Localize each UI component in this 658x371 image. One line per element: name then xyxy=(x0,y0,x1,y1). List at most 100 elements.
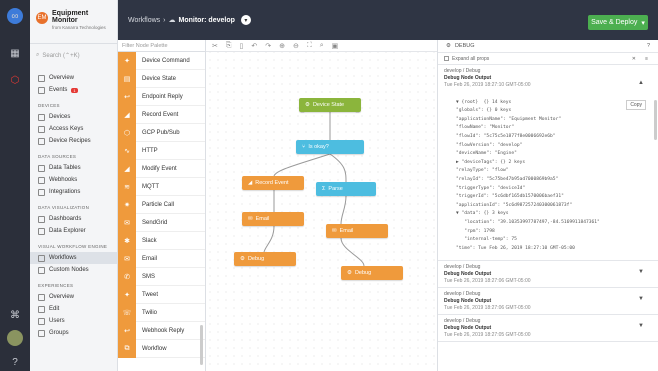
palette-item[interactable]: ▤ Device State xyxy=(118,69,205,88)
node-record-event[interactable]: ◢ Record Event xyxy=(242,176,304,190)
nav-devices[interactable]: Devices xyxy=(30,111,117,123)
chevron-down-icon[interactable]: ▼ xyxy=(638,323,644,329)
node-device-state[interactable]: ⚙ Device State xyxy=(299,98,361,112)
older-messages: develop / Debug Debug Node Output Tue Feb … xyxy=(438,261,658,343)
node-debug-1[interactable]: ⚙ Debug xyxy=(234,252,296,266)
node-parse[interactable]: Σ Parse xyxy=(316,182,376,196)
palette-item[interactable]: ✦ Tweet xyxy=(118,285,205,304)
nav-workflows[interactable]: Workflows xyxy=(30,252,117,264)
palette-item[interactable]: ↩ Endpoint Reply xyxy=(118,87,205,106)
payload-line: "applicationId": "5c6d987257240300061873… xyxy=(456,202,573,208)
save-deploy-button[interactable]: Save & Deploy ▾ xyxy=(588,15,648,30)
palette-item[interactable]: ⬡ GCP Pub/Sub xyxy=(118,123,205,142)
filter-icon[interactable]: ≡ xyxy=(645,56,648,62)
debug-scrollbar[interactable] xyxy=(654,100,657,140)
record-icon: ◢ xyxy=(248,180,253,186)
debug-message-collapsed[interactable]: develop / Debug Debug Node Output Tue Feb … xyxy=(438,261,658,289)
nav-dashboards[interactable]: Dashboards xyxy=(30,213,117,225)
nav-exp-overview[interactable]: Overview xyxy=(30,291,117,303)
payload-line: "triggerId": "5c6dbf165db1570006baef31" xyxy=(456,194,564,200)
palette-item-icon: ✉ xyxy=(118,213,136,232)
palette-item[interactable]: ✷ Particle Call xyxy=(118,195,205,214)
palette-item-icon: ⬡ xyxy=(118,123,136,142)
palette-filter-input[interactable]: Filter Node Palette xyxy=(118,40,205,52)
user-avatar[interactable] xyxy=(7,330,23,346)
palette-item-label: Endpoint Reply xyxy=(142,93,183,100)
palette-item-label: Record Event xyxy=(142,111,179,118)
nav-data-explorer[interactable]: Data Explorer xyxy=(30,225,117,237)
nav-overview[interactable]: Overview xyxy=(30,72,117,84)
nav-integrations[interactable]: Integrations xyxy=(30,186,117,198)
nav-section-workflow-engine: VISUAL WORKFLOW ENGINE xyxy=(38,244,108,249)
palette-item[interactable]: ✱ Slack xyxy=(118,231,205,250)
palette-item[interactable]: ≋ MQTT xyxy=(118,177,205,196)
nav-custom-nodes[interactable]: Custom Nodes xyxy=(30,264,117,276)
node-email-1[interactable]: ✉ Email xyxy=(242,212,304,226)
palette-item[interactable]: ✦ Device Command xyxy=(118,51,205,70)
dashboard-icon[interactable]: ▦ xyxy=(7,45,23,61)
breadcrumb-workflows[interactable]: Workflows xyxy=(128,17,160,24)
palette-item[interactable]: ◢ Modify Event xyxy=(118,159,205,178)
palette-item-icon: ▤ xyxy=(118,69,136,88)
clear-icon[interactable]: ✕ xyxy=(632,56,636,62)
chevron-up-icon[interactable]: ▲ xyxy=(638,80,644,86)
palette-item-label: Particle Call xyxy=(142,201,175,208)
palette-item-icon: ✷ xyxy=(118,195,136,214)
nav-data-tables[interactable]: Data Tables xyxy=(30,162,117,174)
message-payload: ▼ {root} {} 14 keys "globals": {} 0 keys… xyxy=(444,88,652,257)
cloud-icon: ☁ xyxy=(168,17,176,24)
debug-message-collapsed[interactable]: develop / Debug Debug Node Output Tue Feb … xyxy=(438,288,658,316)
nav-device-recipes[interactable]: Device Recipes xyxy=(30,135,117,147)
top-bar: Workflows › ☁ Monitor: develop ▾ Save & … xyxy=(118,0,658,40)
palette-item[interactable]: ✉ SendGrid xyxy=(118,213,205,232)
palette-item[interactable]: ◢ Record Event xyxy=(118,105,205,124)
nav-access-keys[interactable]: Access Keys xyxy=(30,123,117,135)
palette-item[interactable]: ↩ Webhook Reply xyxy=(118,321,205,340)
node-email-2[interactable]: ✉ Email xyxy=(326,224,388,238)
workflow-canvas[interactable]: ✂ ⎘ ▯ ↶ ↷ ⊕ ⊖ ⛶ ⌕ ▣ ⚙ Device State ⑂ Is … xyxy=(206,40,437,371)
nav-exp-groups[interactable]: Groups xyxy=(30,327,117,339)
nav-exp-edit[interactable]: Edit xyxy=(30,303,117,315)
copy-button[interactable]: Copy xyxy=(626,100,646,110)
palette-item-icon: ✦ xyxy=(118,285,136,304)
settings-icon[interactable]: ⌘ xyxy=(7,307,23,323)
recipe-icon xyxy=(38,137,45,145)
palette-item[interactable]: ✉ Email xyxy=(118,249,205,268)
node-debug-2[interactable]: ⚙ Debug xyxy=(341,266,403,280)
palette-item[interactable]: ☏ Twilio xyxy=(118,303,205,322)
debug-header: ⚙ DEBUG ? xyxy=(438,40,658,53)
palette-item-label: MQTT xyxy=(142,183,159,190)
palette-scrollbar[interactable] xyxy=(200,325,203,365)
palette-item-label: Workflow xyxy=(142,345,167,352)
debug-title: DEBUG xyxy=(454,43,475,49)
app-name: Equipment Monitor xyxy=(52,10,89,24)
edit-icon xyxy=(38,305,45,313)
chevron-down-icon[interactable]: ▼ xyxy=(638,269,644,275)
help-icon[interactable]: ? xyxy=(647,43,650,49)
application-icon[interactable]: ⬡ xyxy=(7,72,23,88)
home-icon[interactable]: ∞ xyxy=(7,8,23,24)
palette-item-icon: ↩ xyxy=(118,321,136,340)
chevron-down-icon: ▾ xyxy=(641,19,645,27)
expand-all-checkbox[interactable] xyxy=(444,56,449,61)
nav-exp-users[interactable]: Users xyxy=(30,315,117,327)
payload-line: "internal-temp": 75 xyxy=(456,237,517,243)
overview-icon xyxy=(38,293,45,301)
palette-item[interactable]: ∿ HTTP xyxy=(118,141,205,160)
nav-webhooks[interactable]: Webhooks xyxy=(30,174,117,186)
palette-item[interactable]: ✆ SMS xyxy=(118,267,205,286)
node-is-okay[interactable]: ⑂ Is okay? xyxy=(296,140,364,154)
search-input[interactable]: ⌕ Search (⌃+K) xyxy=(36,48,111,62)
message-path: develop / Debug xyxy=(444,291,481,298)
version-dropdown[interactable]: ▾ xyxy=(240,15,251,25)
debug-message-expanded[interactable]: develop / Debug Debug Node Output Tue Fe… xyxy=(438,65,658,262)
email-icon: ✉ xyxy=(248,216,253,222)
debug-message-collapsed[interactable]: develop / Debug Debug Node Output Tue Feb … xyxy=(438,315,658,343)
help-icon[interactable]: ? xyxy=(7,354,23,370)
payload-lines: "globals": {} 0 keys "applicationName": "… xyxy=(456,107,652,253)
chevron-down-icon[interactable]: ▼ xyxy=(638,296,644,302)
integration-icon xyxy=(38,188,45,196)
palette-item[interactable]: ⧉ Workflow xyxy=(118,339,205,358)
nav-events[interactable]: Events 1 xyxy=(30,84,117,96)
app-brand[interactable]: EM Equipment Monitor from Kanarra Techno… xyxy=(30,0,117,44)
